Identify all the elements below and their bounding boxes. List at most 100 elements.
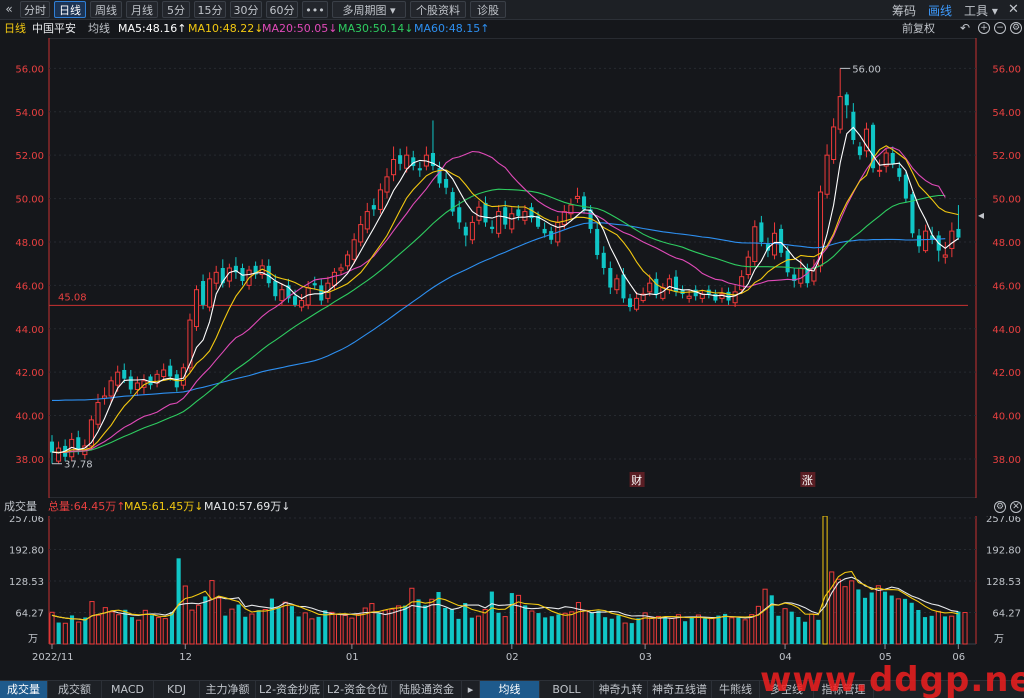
volume-bar[interactable] bbox=[289, 606, 294, 644]
volume-bar[interactable] bbox=[669, 617, 675, 645]
volume-bar[interactable] bbox=[949, 615, 955, 645]
candle-body[interactable] bbox=[95, 402, 101, 425]
volume-bar[interactable] bbox=[236, 604, 241, 644]
volume-bar[interactable] bbox=[683, 621, 688, 644]
candle-body[interactable] bbox=[759, 222, 764, 242]
adjust-mode[interactable]: 前复权 bbox=[902, 20, 935, 38]
period-tab-10[interactable]: 个股资料 bbox=[410, 1, 466, 18]
volume-bar[interactable] bbox=[382, 609, 388, 645]
candle-body[interactable] bbox=[299, 300, 305, 308]
volume-bar[interactable] bbox=[782, 608, 788, 645]
volume-bar[interactable] bbox=[216, 597, 222, 645]
zoom-in-icon[interactable]: + bbox=[978, 22, 990, 34]
period-tab-5[interactable]: 15分 bbox=[194, 1, 226, 18]
volume-bar[interactable] bbox=[689, 617, 694, 644]
candle-body[interactable] bbox=[292, 296, 298, 305]
candle-body[interactable] bbox=[857, 146, 862, 156]
indicator-tab-0[interactable]: 成交量 bbox=[0, 681, 48, 698]
candle-body[interactable] bbox=[128, 376, 133, 390]
volume-bar[interactable] bbox=[636, 618, 641, 644]
tools-dropdown[interactable]: 工具 ▾ bbox=[964, 2, 998, 19]
period-tab-2[interactable]: 周线 bbox=[90, 1, 122, 18]
candle-body[interactable] bbox=[824, 154, 830, 195]
volume-bar[interactable] bbox=[269, 598, 274, 644]
volume-bar[interactable] bbox=[649, 617, 655, 645]
volume-bar[interactable] bbox=[882, 591, 888, 644]
volume-bar[interactable] bbox=[109, 611, 115, 645]
volume-bar[interactable] bbox=[96, 614, 102, 645]
volume-bar[interactable] bbox=[596, 610, 601, 644]
volume-bar[interactable] bbox=[942, 616, 948, 644]
indicator-tab-8[interactable]: ▸ bbox=[462, 681, 480, 698]
volume-bar[interactable] bbox=[409, 587, 415, 645]
candle-body[interactable] bbox=[837, 96, 843, 130]
draw-line-button[interactable]: 画线 bbox=[928, 2, 952, 19]
volume-bar[interactable] bbox=[355, 613, 362, 645]
volume-bar[interactable] bbox=[709, 617, 715, 645]
candle-body[interactable] bbox=[561, 211, 567, 226]
volume-bar[interactable] bbox=[589, 612, 594, 644]
candle-body[interactable] bbox=[391, 159, 397, 176]
volume-bar[interactable] bbox=[895, 598, 901, 645]
candle-body[interactable] bbox=[371, 205, 376, 210]
volume-bar[interactable] bbox=[349, 617, 355, 645]
indicator-tab-12[interactable]: 神奇五线谱 bbox=[648, 681, 712, 698]
candle-body[interactable] bbox=[134, 382, 140, 391]
volume-bar[interactable] bbox=[436, 591, 441, 644]
candle-body[interactable] bbox=[779, 228, 784, 253]
volume-bar[interactable] bbox=[62, 622, 68, 645]
candle-body[interactable] bbox=[503, 207, 508, 225]
volume-bar[interactable] bbox=[875, 585, 881, 645]
volume-bar[interactable] bbox=[83, 617, 88, 644]
volume-bar[interactable] bbox=[536, 613, 541, 644]
candle-body[interactable] bbox=[476, 206, 482, 221]
back-double-chevron-icon[interactable]: « bbox=[2, 1, 16, 18]
candle-body[interactable] bbox=[496, 211, 502, 234]
volume-close-icon[interactable]: ✕ bbox=[1010, 501, 1022, 513]
indicator-tab-4[interactable]: 主力净额 bbox=[200, 681, 256, 698]
candle-body[interactable] bbox=[509, 213, 515, 230]
volume-bar[interactable] bbox=[916, 609, 921, 644]
volume-bar[interactable] bbox=[123, 609, 128, 644]
candle-body[interactable] bbox=[890, 153, 895, 164]
candle-body[interactable] bbox=[949, 230, 955, 249]
candle-body[interactable] bbox=[364, 211, 370, 230]
volume-bar[interactable] bbox=[276, 607, 281, 644]
chips-button[interactable]: 筹码 bbox=[892, 2, 916, 19]
indicator-tab-6[interactable]: L2-资金仓位 bbox=[324, 681, 392, 698]
volume-bar[interactable] bbox=[142, 609, 148, 645]
candle-body[interactable] bbox=[377, 189, 383, 210]
candle-body[interactable] bbox=[732, 291, 738, 304]
candle-body[interactable] bbox=[193, 289, 200, 328]
candle-body[interactable] bbox=[877, 169, 883, 172]
volume-bar[interactable] bbox=[423, 605, 428, 644]
candle-body[interactable] bbox=[647, 282, 653, 293]
candle-body[interactable] bbox=[463, 226, 468, 236]
candle-body[interactable] bbox=[490, 226, 495, 229]
finance-marker[interactable]: 财 bbox=[631, 473, 642, 487]
volume-bar[interactable] bbox=[223, 615, 228, 644]
candle-body[interactable] bbox=[273, 281, 278, 297]
period-tab-6[interactable]: 30分 bbox=[230, 1, 262, 18]
candle-body[interactable] bbox=[384, 176, 390, 193]
candle-body[interactable] bbox=[916, 235, 922, 247]
candle-body[interactable] bbox=[942, 254, 948, 258]
candle-body[interactable] bbox=[469, 221, 475, 241]
volume-bar[interactable] bbox=[603, 617, 608, 644]
volume-bar[interactable] bbox=[149, 615, 155, 644]
candle-body[interactable] bbox=[201, 281, 206, 305]
period-tab-7[interactable]: 60分 bbox=[266, 1, 298, 18]
volume-bar[interactable] bbox=[929, 615, 934, 644]
volume-bar[interactable] bbox=[229, 608, 235, 645]
candle-body[interactable] bbox=[621, 274, 626, 299]
candle-body[interactable] bbox=[279, 289, 285, 302]
volume-bar[interactable] bbox=[742, 619, 748, 645]
volume-bar[interactable] bbox=[889, 595, 894, 644]
volume-bar[interactable] bbox=[755, 605, 761, 645]
period-tab-4[interactable]: 5分 bbox=[162, 1, 190, 18]
candle-body[interactable] bbox=[614, 278, 620, 291]
candle-body[interactable] bbox=[956, 228, 961, 238]
volume-bar[interactable] bbox=[723, 613, 728, 644]
candle-body[interactable] bbox=[522, 211, 528, 221]
candle-body[interactable] bbox=[404, 154, 410, 169]
